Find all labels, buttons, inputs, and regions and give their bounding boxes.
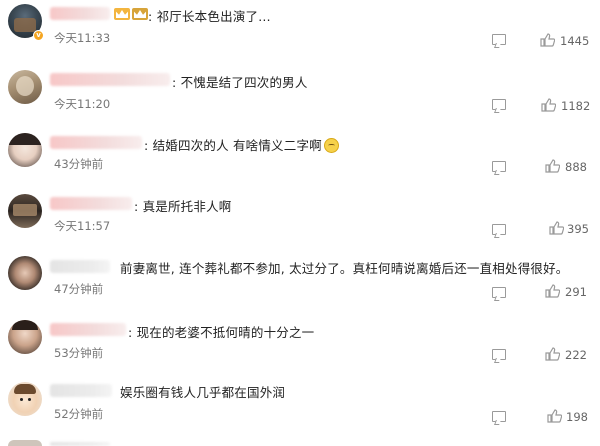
username[interactable] [50, 136, 142, 149]
like-count: 1445 [560, 34, 590, 48]
like-count: 888 [565, 160, 587, 174]
avatar[interactable] [8, 382, 42, 416]
crown-icon [132, 8, 148, 20]
like-count: 222 [565, 348, 587, 362]
comment-icon[interactable] [492, 224, 506, 235]
comment-icon[interactable] [492, 287, 506, 298]
avatar[interactable] [8, 133, 42, 167]
comment-text: 娱乐圈有钱人几乎都在国外润 [120, 385, 286, 400]
comment-time: 今天11:57 [54, 219, 111, 233]
comment-text: : 真是所托非人啊 [134, 199, 232, 214]
username[interactable] [50, 323, 126, 336]
comment-text: : 现在的老婆不抵何晴的十分之一 [128, 325, 315, 340]
verified-badge-icon: v [33, 30, 44, 41]
username[interactable] [50, 260, 110, 273]
comment-icon[interactable] [492, 99, 506, 110]
comment-text: : 不愧是结了四次的男人 [172, 75, 308, 90]
comment-time: 53分钟前 [54, 346, 104, 360]
comment-text: : 祁厅长本色出演了… [148, 9, 271, 24]
comment-time: 43分钟前 [54, 157, 104, 171]
username[interactable] [50, 7, 110, 20]
comment-time: 今天11:33 [54, 31, 111, 45]
thumbs-up-icon[interactable] [547, 409, 562, 423]
avatar[interactable] [8, 440, 42, 446]
thumbs-up-icon[interactable] [545, 159, 560, 173]
avatar[interactable] [8, 256, 42, 290]
avatar[interactable] [8, 70, 42, 104]
comment-icon[interactable] [492, 411, 506, 422]
comment-icon[interactable] [492, 34, 506, 45]
thumbs-up-icon[interactable] [541, 98, 556, 112]
crown-icon [114, 8, 130, 20]
thumbs-up-icon[interactable] [549, 221, 564, 235]
comment-text: : 结婚四次的人 有啥情义二字啊 [144, 135, 339, 154]
comment-text-content: : 结婚四次的人 有啥情义二字啊 [144, 138, 322, 153]
thumbs-up-icon[interactable] [540, 33, 555, 47]
like-count: 395 [567, 222, 589, 236]
comment-text: 前妻离世, 连个葬礼都不参加, 太过分了。真枉何晴说离婚后还一直相处得很好。 [120, 261, 569, 276]
comment-icon[interactable] [492, 161, 506, 172]
like-count: 291 [565, 285, 587, 299]
comment-time: 52分钟前 [54, 407, 104, 421]
username[interactable] [50, 442, 110, 446]
comment-time: 今天11:20 [54, 97, 111, 111]
comment-time: 47分钟前 [54, 282, 104, 296]
thumbs-up-icon[interactable] [545, 284, 560, 298]
avatar[interactable] [8, 320, 42, 354]
username[interactable] [50, 73, 170, 86]
comment-icon[interactable] [492, 349, 506, 360]
smile-emoji-icon [323, 138, 339, 153]
username[interactable] [50, 197, 132, 210]
thumbs-up-icon[interactable] [545, 347, 560, 361]
username[interactable] [50, 384, 112, 397]
avatar[interactable] [8, 194, 42, 228]
like-count: 1182 [561, 99, 591, 113]
like-count: 198 [566, 410, 588, 424]
